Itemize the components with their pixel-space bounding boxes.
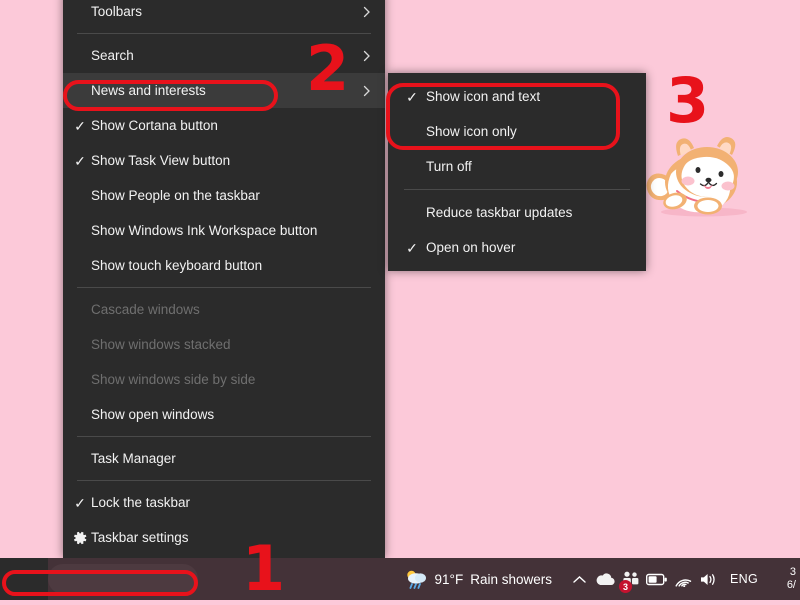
rain-cloud-sun-icon — [406, 570, 426, 589]
menu-item-show-windows-stacked: Show windows stacked — [63, 327, 385, 362]
taskbar-left-cluster[interactable] — [0, 558, 198, 600]
system-tray[interactable]: 91°F Rain showers 3 ENG 3 6/ — [404, 558, 800, 600]
weather-temperature: 91°F — [434, 571, 464, 587]
menu-item-label: Show Windows Ink Workspace button — [91, 223, 318, 238]
volume-icon[interactable] — [696, 558, 722, 600]
show-hidden-icons-chevron-icon[interactable] — [566, 558, 592, 600]
menu-item-label: Show open windows — [91, 407, 215, 422]
checkmark-icon: ✓ — [406, 88, 418, 105]
checkmark-icon: ✓ — [74, 117, 86, 134]
menu-item-show-windows-side-by-side: Show windows side by side — [63, 362, 385, 397]
menu-item-label: Turn off — [426, 159, 472, 174]
checkmark-icon: ✓ — [74, 152, 86, 169]
menu-item-reduce-taskbar-updates[interactable]: Reduce taskbar updates — [388, 195, 646, 230]
menu-item-label: Lock the taskbar — [91, 495, 191, 510]
menu-item-label: Show windows side by side — [91, 372, 256, 387]
shiba-inu-illustration — [646, 137, 747, 217]
menu-item-label: Reduce taskbar updates — [426, 205, 573, 220]
menu-item-show-open-windows[interactable]: Show open windows — [63, 397, 385, 432]
menu-separator — [77, 33, 371, 34]
menu-item-label: Toolbars — [91, 4, 143, 19]
menu-item-label: Show People on the taskbar — [91, 188, 260, 203]
menu-separator — [404, 189, 630, 190]
menu-item-label: Cascade windows — [91, 302, 200, 317]
menu-separator — [77, 287, 371, 288]
menu-item-lock-the-taskbar[interactable]: ✓ Lock the taskbar — [63, 485, 385, 520]
menu-item-label: Show Task View button — [91, 153, 231, 168]
menu-item-label: Show windows stacked — [91, 337, 231, 352]
menu-item-label: News and interests — [91, 83, 206, 98]
menu-item-label: Show icon and text — [426, 89, 541, 104]
menu-item-task-manager[interactable]: Task Manager — [63, 441, 385, 476]
language-indicator[interactable]: ENG — [722, 572, 766, 586]
menu-item-label: Show icon only — [426, 124, 517, 139]
wifi-icon[interactable] — [670, 558, 696, 600]
menu-item-show-icon-only[interactable]: Show icon only — [388, 114, 646, 149]
chevron-right-icon — [363, 85, 370, 96]
menu-item-label: Open on hover — [426, 240, 516, 255]
menu-item-label: Taskbar settings — [91, 530, 189, 545]
taskbar-search-box[interactable] — [48, 564, 198, 594]
microsoft-teams-icon[interactable]: 3 — [618, 558, 644, 600]
menu-item-show-cortana-button[interactable]: ✓ Show Cortana button — [63, 108, 385, 143]
menu-item-turn-off[interactable]: Turn off — [388, 149, 646, 184]
clock-time: 3 — [789, 566, 796, 578]
chevron-right-icon — [363, 50, 370, 61]
menu-item-label: Show touch keyboard button — [91, 258, 263, 273]
chevron-right-icon — [363, 6, 370, 17]
onedrive-icon[interactable] — [592, 558, 618, 600]
taskbar-context-menu[interactable]: Toolbars Search News and interests ✓ Show Co… — [63, 0, 385, 558]
news-and-interests-submenu[interactable]: ✓ Show icon and text Show icon only Turn of… — [388, 73, 646, 271]
weather-widget[interactable]: 91°F Rain showers — [404, 569, 552, 589]
menu-item-show-windows-ink-workspace-button[interactable]: Show Windows Ink Workspace button — [63, 213, 385, 248]
menu-item-toolbars[interactable]: Toolbars — [63, 0, 385, 29]
menu-separator — [77, 480, 371, 481]
weather-condition: Rain showers — [470, 571, 552, 587]
start-button[interactable] — [0, 558, 48, 600]
menu-item-taskbar-settings[interactable]: Taskbar settings — [63, 520, 385, 555]
menu-item-label: Show Cortana button — [91, 118, 218, 133]
menu-item-search[interactable]: Search — [63, 38, 385, 73]
menu-item-show-people-on-the-taskbar[interactable]: Show People on the taskbar — [63, 178, 385, 213]
checkmark-icon: ✓ — [406, 239, 418, 256]
battery-icon[interactable] — [644, 558, 670, 600]
teams-notification-badge: 3 — [619, 580, 632, 593]
menu-separator — [77, 436, 371, 437]
menu-item-cascade-windows: Cascade windows — [63, 292, 385, 327]
menu-item-news-and-interests[interactable]: News and interests — [63, 73, 385, 108]
menu-item-label: Search — [91, 48, 134, 63]
menu-item-show-icon-and-text[interactable]: ✓ Show icon and text — [388, 79, 646, 114]
menu-item-open-on-hover[interactable]: ✓ Open on hover — [388, 230, 646, 265]
gear-icon — [74, 531, 87, 544]
clock[interactable]: 3 6/ — [766, 566, 798, 592]
clock-date: 6/ — [786, 579, 796, 591]
desktop-wallpaper: Toolbars Search News and interests ✓ Show Co… — [0, 0, 800, 600]
menu-item-show-task-view-button[interactable]: ✓ Show Task View button — [63, 143, 385, 178]
annotation-number-3: 3 — [666, 64, 710, 137]
menu-item-label: Task Manager — [91, 451, 176, 466]
checkmark-icon: ✓ — [74, 494, 86, 511]
menu-item-show-touch-keyboard-button[interactable]: Show touch keyboard button — [63, 248, 385, 283]
taskbar[interactable]: 91°F Rain showers 3 ENG 3 6/ — [0, 558, 800, 600]
